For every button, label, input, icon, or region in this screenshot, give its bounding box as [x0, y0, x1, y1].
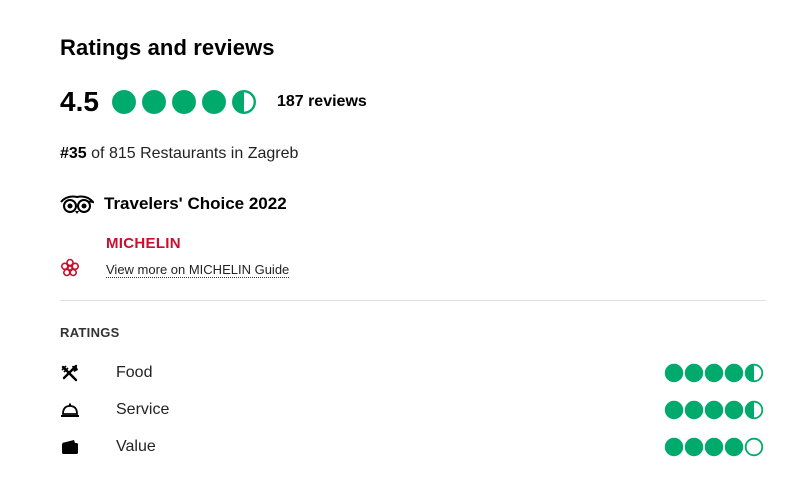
rating-bubbles-service: [664, 400, 764, 420]
service-bell-icon: [60, 400, 80, 420]
rating-label-value: Value: [116, 438, 156, 455]
travelers-choice-owl-icon: [60, 193, 97, 215]
rating-bubble-full: [664, 437, 684, 457]
overall-score: 4.5: [60, 86, 99, 117]
rating-bubble-full: [111, 90, 136, 114]
rating-bubble-full: [201, 90, 226, 114]
rating-bubbles-value: [664, 437, 764, 457]
rating-bubble-full: [704, 363, 724, 383]
wallet-icon: [60, 437, 80, 457]
overall-rating-bubbles: [111, 89, 261, 115]
ranking: #35 of 815 Restaurants in Zagreb: [60, 145, 298, 163]
overall-rating: 4.5 187 reviews: [60, 85, 367, 119]
ratings-heading: RATINGS: [60, 325, 120, 340]
rating-bubble-full: [704, 437, 724, 457]
travelers-choice-award: Travelers' Choice 2022: [60, 193, 287, 215]
rating-bubble-full: [664, 400, 684, 420]
rating-bubble-full: [724, 400, 744, 420]
rating-bubble-full: [141, 90, 166, 114]
rating-row-food: Food: [60, 361, 766, 385]
michelin-guide-link[interactable]: View more on MICHELIN Guide: [106, 262, 290, 278]
cutlery-icon: [60, 363, 80, 383]
section-title: Ratings and reviews: [60, 35, 275, 60]
rating-label-food: Food: [116, 364, 153, 381]
rating-bubble-half: [744, 363, 764, 383]
divider: [60, 300, 766, 301]
rank-number: #35: [60, 145, 87, 162]
rating-bubble-full: [684, 437, 704, 457]
michelin-brand: MICHELIN: [106, 235, 181, 252]
rating-bubble-full: [704, 400, 724, 420]
rating-row-value: Value: [60, 435, 766, 459]
rating-bubbles-food: [664, 363, 764, 383]
travelers-choice-label: Travelers' Choice 2022: [104, 194, 287, 213]
review-count-link[interactable]: 187 reviews: [277, 93, 367, 111]
rating-bubble-empty: [744, 437, 764, 457]
michelin-flower-icon: [60, 258, 80, 278]
rating-bubble-half: [231, 90, 256, 114]
rating-bubble-full: [684, 400, 704, 420]
rating-bubble-half: [744, 400, 764, 420]
rating-row-service: Service: [60, 398, 766, 422]
rating-bubble-full: [724, 437, 744, 457]
rating-bubble-full: [724, 363, 744, 383]
rating-bubble-full: [664, 363, 684, 383]
rating-label-service: Service: [116, 401, 170, 418]
rating-bubble-full: [684, 363, 704, 383]
rank-text: of 815 Restaurants in Zagreb: [86, 145, 299, 162]
rating-bubble-full: [171, 90, 196, 114]
